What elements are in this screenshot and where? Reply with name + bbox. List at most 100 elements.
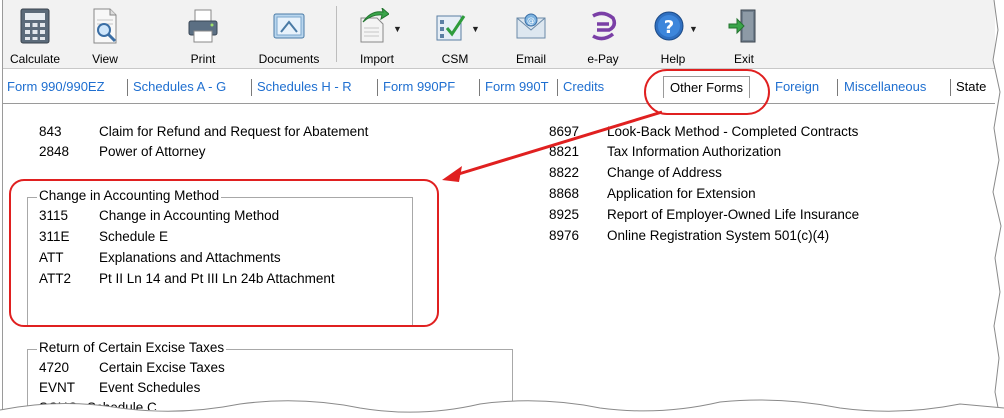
form-row-2848[interactable]: 2848 Power of Attorney bbox=[39, 144, 439, 162]
form-name: Power of Attorney bbox=[99, 144, 206, 159]
tab-foreign[interactable]: Foreign bbox=[775, 79, 819, 94]
form-code: ATT2 bbox=[39, 271, 72, 286]
tab-form-990t[interactable]: Form 990T bbox=[485, 79, 549, 94]
application-window: Calculate View Print Documents ▼ Import … bbox=[2, 0, 995, 410]
form-code: 8697 bbox=[549, 124, 580, 139]
form-row-8976[interactable]: 8976 Online Registration System 501(c)(4… bbox=[549, 228, 969, 246]
form-tabs: Form 990/990EZ Schedules A - G Schedules… bbox=[3, 72, 995, 104]
form-name: Certain Excise Taxes bbox=[99, 360, 225, 375]
tab-separator bbox=[479, 79, 480, 96]
form-row-8697[interactable]: 8697 Look-Back Method - Completed Contra… bbox=[549, 124, 969, 142]
tab-separator bbox=[557, 79, 558, 96]
csm-label: CSM bbox=[441, 52, 469, 66]
form-name: Change in Accounting Method bbox=[99, 208, 280, 223]
form-row-8868[interactable]: 8868 Application for Extension bbox=[549, 186, 969, 204]
form-row-8822[interactable]: 8822 Change of Address bbox=[549, 165, 969, 183]
exit-door-icon bbox=[728, 9, 756, 43]
email-icon: @ bbox=[516, 13, 546, 39]
view-document-icon bbox=[93, 8, 117, 44]
form-code: EVNT bbox=[39, 380, 76, 395]
form-code: 8821 bbox=[549, 144, 580, 159]
tab-separator bbox=[251, 79, 252, 96]
email-label: Email bbox=[515, 52, 546, 66]
form-name: Look-Back Method - Completed Contracts bbox=[607, 124, 859, 139]
form-row-8821[interactable]: 8821 Tax Information Authorization bbox=[549, 144, 969, 162]
tab-baseline bbox=[3, 103, 995, 104]
email-button[interactable]: @ Email bbox=[503, 4, 559, 66]
form-code: 4720 bbox=[39, 360, 70, 375]
tab-schedules-a-g[interactable]: Schedules A - G bbox=[133, 79, 226, 94]
help-label: Help bbox=[660, 52, 686, 66]
form-row-843[interactable]: 843 Claim for Refund and Request for Aba… bbox=[39, 124, 439, 142]
tab-form-990pf[interactable]: Form 990PF bbox=[383, 79, 455, 94]
import-icon bbox=[360, 8, 389, 43]
form-name: Report of Employer-Owned Life Insurance bbox=[607, 207, 860, 222]
tab-miscellaneous[interactable]: Miscellaneous bbox=[844, 79, 926, 94]
documents-icon bbox=[273, 13, 305, 39]
form-name: Change of Address bbox=[607, 165, 722, 180]
help-icon: ? bbox=[654, 11, 684, 41]
epay-button[interactable]: e-Pay bbox=[577, 4, 629, 66]
form-code: 8925 bbox=[549, 207, 580, 222]
view-label: View bbox=[92, 52, 118, 66]
form-row-4720[interactable]: 4720 Certain Excise Taxes bbox=[39, 360, 399, 378]
form-code: SCHC bbox=[39, 400, 78, 410]
view-button[interactable]: View bbox=[77, 4, 133, 66]
form-code: 2848 bbox=[39, 144, 70, 159]
form-name: Event Schedules bbox=[99, 380, 201, 395]
form-code: 8822 bbox=[549, 165, 580, 180]
documents-button[interactable]: Documents bbox=[255, 4, 323, 66]
tab-separator bbox=[377, 79, 378, 96]
import-dropdown-icon[interactable]: ▼ bbox=[393, 24, 402, 34]
tab-separator bbox=[127, 79, 128, 96]
tab-separator bbox=[950, 79, 951, 96]
form-row-att2[interactable]: ATT2 Pt II Ln 14 and Pt III Ln 24b Attac… bbox=[39, 271, 399, 289]
tab-credits[interactable]: Credits bbox=[563, 79, 604, 94]
help-button[interactable]: ? ▼ Help bbox=[645, 4, 701, 66]
calculate-button[interactable]: Calculate bbox=[5, 4, 65, 66]
excise-taxes-group-title: Return of Certain Excise Taxes bbox=[37, 340, 227, 355]
form-name: Online Registration System 501(c)(4) bbox=[607, 228, 830, 243]
tab-separator bbox=[837, 79, 838, 96]
tab-other-forms[interactable]: Other Forms bbox=[663, 76, 750, 98]
documents-label: Documents bbox=[258, 52, 320, 66]
tab-form-990-990ez[interactable]: Form 990/990EZ bbox=[7, 79, 105, 94]
form-row-8925[interactable]: 8925 Report of Employer-Owned Life Insur… bbox=[549, 207, 969, 225]
tab-state[interactable]: State bbox=[956, 79, 986, 94]
svg-text:?: ? bbox=[664, 17, 674, 38]
form-name: Claim for Refund and Request for Abateme… bbox=[99, 124, 369, 139]
help-dropdown-icon[interactable]: ▼ bbox=[689, 24, 698, 34]
import-label: Import bbox=[359, 52, 394, 66]
form-code: 3115 bbox=[39, 208, 69, 223]
form-name: Explanations and Attachments bbox=[99, 250, 281, 265]
toolbar: Calculate View Print Documents ▼ Import … bbox=[3, 0, 995, 69]
tab-schedules-h-r[interactable]: Schedules H - R bbox=[257, 79, 352, 94]
form-name: Schedule E bbox=[99, 229, 169, 244]
print-button[interactable]: Print bbox=[175, 4, 231, 66]
accounting-method-group-title: Change in Accounting Method bbox=[37, 188, 222, 203]
form-row-311e[interactable]: 311E Schedule E bbox=[39, 229, 399, 247]
form-code: 843 bbox=[39, 124, 62, 139]
calculate-label: Calculate bbox=[9, 52, 61, 66]
exit-button[interactable]: Exit bbox=[719, 4, 769, 66]
screenshot-stage: Calculate View Print Documents ▼ Import … bbox=[0, 0, 1004, 418]
svg-text:@: @ bbox=[527, 16, 535, 25]
csm-button[interactable]: ▼ CSM bbox=[427, 4, 483, 66]
import-button[interactable]: ▼ Import bbox=[347, 4, 407, 66]
calculator-icon bbox=[20, 8, 50, 44]
form-name: Pt II Ln 14 and Pt III Ln 24b Attachment bbox=[99, 271, 335, 286]
form-row-schc[interactable]: SCHC Schedule C bbox=[39, 400, 399, 410]
csm-icon bbox=[436, 15, 466, 41]
form-name: Application for Extension bbox=[607, 186, 756, 201]
form-name: Tax Information Authorization bbox=[607, 144, 782, 159]
exit-label: Exit bbox=[733, 52, 754, 66]
csm-dropdown-icon[interactable]: ▼ bbox=[471, 24, 480, 34]
form-row-3115[interactable]: 3115 Change in Accounting Method bbox=[39, 208, 399, 226]
form-code: 8868 bbox=[549, 186, 580, 201]
form-name: Schedule C bbox=[87, 400, 157, 410]
toolbar-separator bbox=[336, 6, 337, 62]
epay-icon bbox=[592, 11, 617, 41]
form-row-att[interactable]: ATT Explanations and Attachments bbox=[39, 250, 399, 268]
form-row-evnt[interactable]: EVNT Event Schedules bbox=[39, 380, 399, 398]
printer-icon bbox=[188, 9, 218, 43]
